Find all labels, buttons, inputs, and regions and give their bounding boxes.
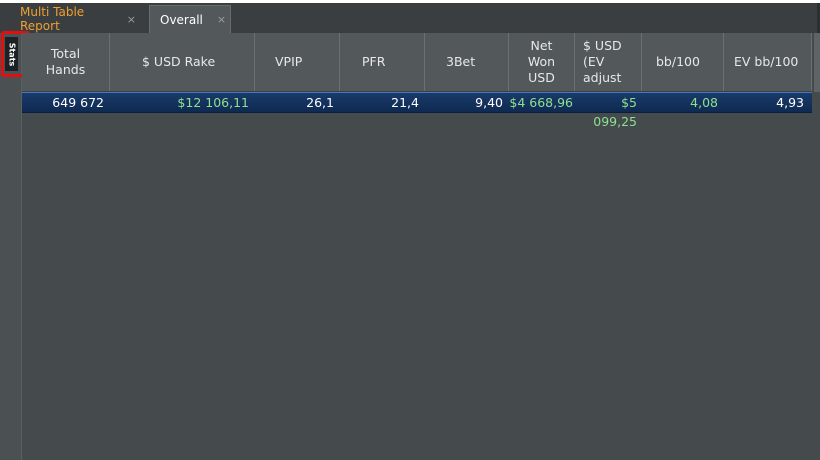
report-content: Stats Total Hands $ USD Rake VPIP PFR 3B…: [0, 31, 820, 460]
close-icon[interactable]: ×: [217, 13, 226, 26]
column-header-label: EV bb/100: [734, 54, 799, 69]
cell-ev-bb-100: 4,93: [776, 95, 804, 110]
cell-3bet: 9,40: [475, 95, 503, 110]
stats-table: Total Hands $ USD Rake VPIP PFR 3Bet Net…: [22, 33, 820, 460]
column-header-label: VPIP: [275, 54, 303, 69]
table-row[interactable]: 649 672 $12 106,11 26,1 21,4 9,40 $4 668…: [22, 92, 812, 129]
column-header-label: Total Hands: [45, 46, 86, 77]
header-scroll-stub: [814, 33, 820, 92]
stats-side-tab-label: Stats: [7, 42, 17, 66]
column-header-bb-100[interactable]: bb/100: [642, 33, 724, 91]
cell-usd-rake: $12 106,11: [177, 95, 249, 110]
column-header-pfr[interactable]: PFR: [340, 33, 425, 91]
column-header-net-won-usd[interactable]: Net Won USD: [509, 33, 575, 91]
column-header-label: PFR: [362, 54, 386, 69]
column-header-total-hands[interactable]: Total Hands: [22, 33, 110, 91]
table-header: Total Hands $ USD Rake VPIP PFR 3Bet Net…: [22, 33, 812, 92]
cell-vpip: 26,1: [306, 95, 334, 110]
tab-bar: Multi Table Report × Overall ×: [0, 0, 820, 36]
stats-side-tab[interactable]: Stats: [5, 37, 18, 71]
tab-overall[interactable]: Overall ×: [149, 5, 231, 33]
column-header-usd-ev-adjusted[interactable]: $ USD (EV adjust: [575, 33, 642, 91]
tab-multi-table-report[interactable]: Multi Table Report ×: [10, 5, 146, 33]
side-panel: Stats: [0, 31, 30, 460]
column-header-ev-bb-100[interactable]: EV bb/100: [724, 33, 812, 91]
cell-pfr: 21,4: [391, 95, 419, 110]
tab-label: Overall: [160, 12, 203, 27]
cell-net-won-usd: $4 668,96: [509, 95, 573, 110]
column-header-label: $ USD Rake: [142, 54, 216, 69]
tab-label: Multi Table Report: [20, 5, 85, 33]
column-header-vpip[interactable]: VPIP: [255, 33, 340, 91]
cell-total-hands: 649 672: [52, 95, 104, 110]
column-header-label: 3Bet: [446, 54, 476, 69]
column-header-3bet[interactable]: 3Bet: [425, 33, 509, 91]
column-header-label: bb/100: [656, 54, 700, 69]
column-header-label: $ USD (EV adjust: [583, 38, 622, 85]
cell-usd-ev-adjusted: $5 099,25: [593, 95, 637, 129]
column-header-label: Net Won USD: [527, 38, 556, 85]
close-icon[interactable]: ×: [127, 13, 136, 26]
column-header-usd-rake[interactable]: $ USD Rake: [110, 33, 255, 91]
cell-bb-100: 4,08: [690, 95, 718, 110]
